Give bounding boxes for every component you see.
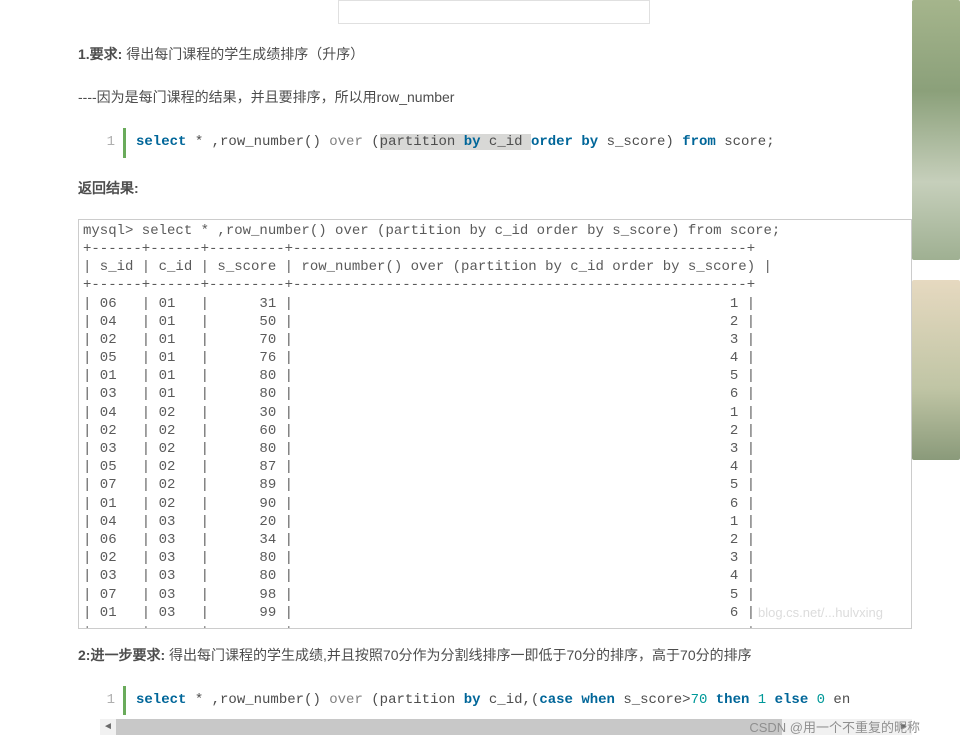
result-query-line: mysql> select * ,row_number() over (part…: [83, 223, 780, 239]
result-header: | s_id | c_id | s_score | row_number() o…: [83, 259, 772, 275]
empty-box-top: [338, 0, 650, 24]
sidebar-image-2[interactable]: [912, 280, 960, 460]
line-number: 1: [100, 128, 126, 157]
scroll-left-icon[interactable]: ◄: [100, 719, 116, 735]
scrollbar-thumb[interactable]: [116, 719, 782, 735]
section-1-title: 1.要求: 得出每门课程的学生成绩排序（升序）: [78, 42, 912, 67]
code-content-2[interactable]: select * ,row_number() over (partition b…: [126, 686, 850, 715]
section-1-text: 得出每门课程的学生成绩排序（升序）: [122, 46, 364, 62]
section-1-label: 1.要求:: [78, 46, 122, 62]
page-footer-credit: CSDN @用一个不重复的昵称: [749, 716, 920, 739]
sidebar-image-1[interactable]: [912, 0, 960, 260]
section-2-label: 2:进一步要求:: [78, 647, 165, 663]
result-label: 返回结果:: [78, 176, 912, 201]
section-2-title: 2:进一步要求: 得出每门课程的学生成绩,并且按照70分作为分割线排序一即低于7…: [78, 643, 912, 668]
result-sep: +------+------+---------+---------------…: [83, 623, 755, 629]
explanation-1: ----因为是每门课程的结果，并且要排序，所以用row_number: [78, 85, 912, 110]
section-2-text: 得出每门课程的学生成绩,并且按照70分作为分割线排序一即低于70分的排序，高于7…: [165, 647, 752, 663]
code-block-2: 1 select * ,row_number() over (partition…: [100, 686, 912, 715]
sidebar-thumbnails: [912, 0, 960, 540]
result-sep: +------+------+---------+---------------…: [83, 241, 755, 257]
result-rows: | 06 | 01 | 31 | 1 | | 04 | 01 | 50 | 2 …: [83, 296, 755, 621]
code-block-1: 1 select * ,row_number() over (partition…: [100, 128, 912, 157]
line-number: 1: [100, 686, 126, 715]
result-sep: +------+------+---------+---------------…: [83, 277, 755, 293]
watermark: blog.cs.net/...hulvxing: [758, 605, 883, 622]
sql-result-box[interactable]: mysql> select * ,row_number() over (part…: [78, 219, 912, 629]
code-content-1[interactable]: select * ,row_number() over (partition b…: [126, 128, 775, 157]
